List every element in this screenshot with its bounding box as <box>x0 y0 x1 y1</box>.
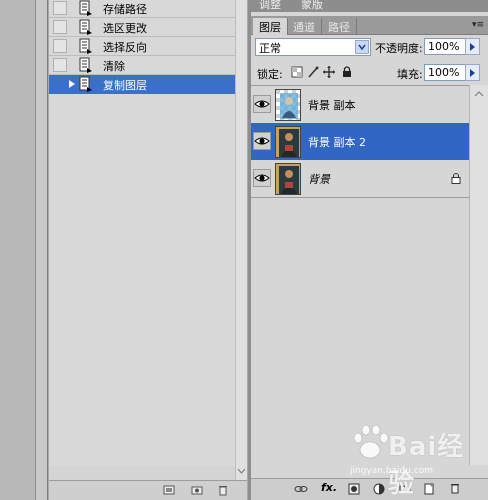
tab-masks[interactable]: 蒙版 <box>295 0 329 12</box>
history-item-clear[interactable]: 清除 <box>49 56 235 75</box>
watermark: Bai经验 jingyan.baidu.com <box>340 418 480 499</box>
opacity-input[interactable]: 100% <box>424 38 466 55</box>
new-snapshot-icon[interactable] <box>191 484 203 496</box>
layer-row-background-copy-2[interactable]: 背景 副本 2 <box>251 123 469 161</box>
tab-layers[interactable]: 图层 <box>253 18 288 35</box>
scroll-up-icon[interactable] <box>470 88 488 100</box>
history-item-label: 选择反向 <box>103 41 147 54</box>
lock-position-icon[interactable] <box>323 66 335 78</box>
lock-icon <box>451 173 461 184</box>
eye-icon <box>254 100 270 108</box>
scroll-down-icon[interactable] <box>236 465 247 477</box>
history-item-label: 存储路径 <box>103 3 147 16</box>
history-state-icon <box>77 0 93 16</box>
tab-adjustments[interactable]: 调整 <box>253 0 287 12</box>
history-item-label: 选区更改 <box>103 22 147 35</box>
history-item-duplicate-layer[interactable]: 复制图层 <box>49 75 235 94</box>
watermark-text: Bai经验 <box>388 432 465 499</box>
lock-all-icon[interactable] <box>341 66 353 78</box>
chevron-down-icon[interactable] <box>355 40 369 54</box>
visibility-toggle[interactable] <box>253 95 271 113</box>
left-dock-strip <box>0 0 36 500</box>
paw-logo-icon <box>353 424 389 459</box>
blend-mode-value: 正常 <box>259 42 281 55</box>
blend-mode-select[interactable]: 正常 <box>255 38 371 56</box>
new-document-from-state-icon[interactable] <box>163 484 175 496</box>
link-layers-icon[interactable] <box>294 483 308 495</box>
history-item-label: 清除 <box>103 60 125 73</box>
history-snapshot-box <box>53 20 67 34</box>
history-panel: 存储路径 选区更改 选择反向 清除 复制图层 <box>49 0 247 500</box>
lock-transparent-pixels-icon[interactable] <box>291 66 303 78</box>
lock-image-pixels-icon[interactable] <box>307 66 319 78</box>
history-item-selection-change[interactable]: 选区更改 <box>49 18 235 37</box>
watermark-url: jingyan.baidu.com <box>350 466 434 476</box>
layer-name: 背景 副本 <box>308 99 356 112</box>
layer-thumbnail <box>275 163 301 195</box>
eye-icon <box>254 174 270 182</box>
layer-name: 背景 <box>308 173 330 186</box>
left-dock-edge <box>36 0 48 500</box>
opacity-slider-button[interactable] <box>465 38 480 55</box>
panel-menu-icon[interactable]: ▾≡ <box>472 20 484 30</box>
history-item-label: 复制图层 <box>103 79 147 92</box>
fill-slider-button[interactable] <box>465 64 480 81</box>
adjustments-tab-row: 调整 蒙版 <box>251 0 488 12</box>
layer-thumbnail <box>275 89 301 121</box>
fill-label: 填充: <box>397 68 423 81</box>
history-snapshot-box <box>53 58 67 72</box>
history-state-icon <box>77 19 93 35</box>
layer-row-background-copy[interactable]: 背景 副本 <box>251 86 469 124</box>
history-state-icon <box>77 38 93 54</box>
history-item-select-inverse[interactable]: 选择反向 <box>49 37 235 56</box>
visibility-toggle[interactable] <box>253 132 271 150</box>
tab-channels[interactable]: 通道 <box>287 18 322 35</box>
layer-name: 背景 副本 2 <box>308 136 366 149</box>
history-snapshot-box <box>53 39 67 53</box>
history-item-save-path[interactable]: 存储路径 <box>49 0 235 18</box>
history-snapshot-box <box>53 1 67 15</box>
layers-tab-row: 图层 通道 路径 ▾≡ <box>251 16 488 35</box>
history-list: 存储路径 选区更改 选择反向 清除 复制图层 <box>49 0 235 466</box>
layer-row-background[interactable]: 背景 <box>251 160 469 198</box>
layers-scrollbar[interactable] <box>469 85 488 465</box>
layer-style-fx-icon[interactable]: fx. <box>321 481 337 494</box>
history-state-marker-icon <box>69 80 75 88</box>
lock-label: 锁定: <box>257 68 283 81</box>
fill-input[interactable]: 100% <box>424 64 466 81</box>
history-state-icon <box>77 76 93 92</box>
history-footer <box>49 480 247 500</box>
layer-thumbnail <box>275 126 301 158</box>
visibility-toggle[interactable] <box>253 169 271 187</box>
history-snapshot-box <box>53 77 67 91</box>
opacity-label: 不透明度: <box>375 42 423 55</box>
history-state-icon <box>77 57 93 73</box>
layers-list: 背景 副本 背景 副本 2 背景 <box>251 85 469 465</box>
eye-icon <box>254 137 270 145</box>
trash-icon[interactable] <box>217 484 229 496</box>
history-scrollbar[interactable] <box>235 0 247 480</box>
tab-paths[interactable]: 路径 <box>322 18 357 35</box>
